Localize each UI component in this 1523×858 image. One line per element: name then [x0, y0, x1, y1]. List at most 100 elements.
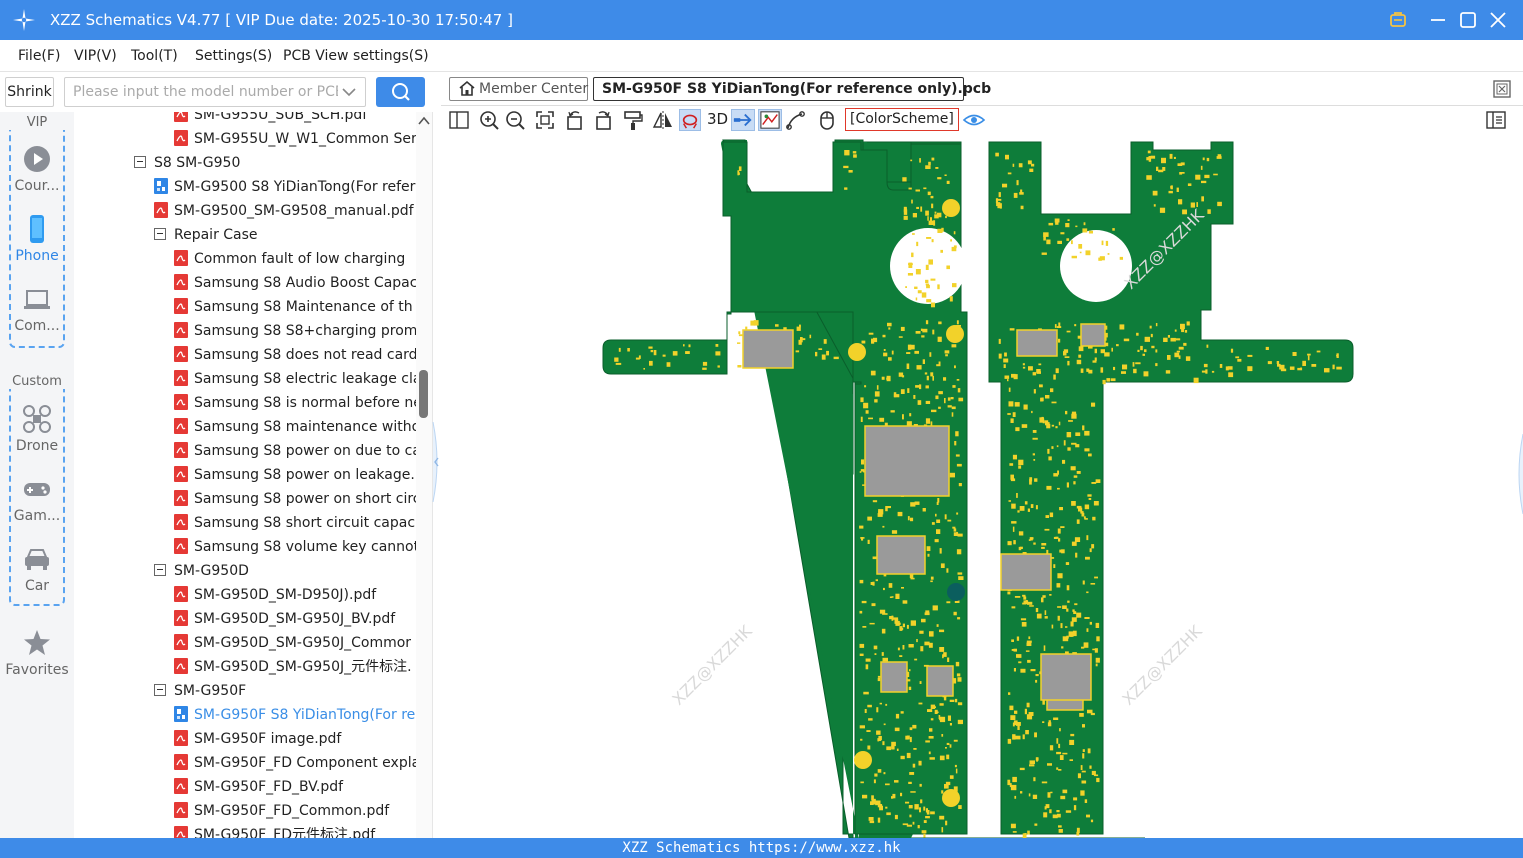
collapse-toggle-icon[interactable] [154, 564, 166, 576]
search-button[interactable] [376, 77, 425, 107]
pcb-pad [935, 513, 937, 517]
tree-file[interactable]: Samsung S8 does not read card [174, 343, 416, 367]
pcb-pad [1034, 823, 1038, 826]
net-highlight-icon[interactable] [679, 109, 701, 131]
tree-file[interactable]: Samsung S8 power on short circ [174, 487, 416, 511]
close-all-tabs-icon[interactable] [1493, 80, 1511, 98]
tree-file[interactable]: SM-G950F_FD元件标注.pdf [174, 823, 375, 838]
pcb-pad [877, 675, 881, 678]
tab-member-center[interactable]: Member Center [449, 77, 588, 101]
collapse-toggle-icon[interactable] [154, 228, 166, 240]
menu-vip[interactable]: VIP(V) [74, 48, 117, 64]
category-favorites[interactable]: Favorites [0, 628, 74, 678]
tree-file[interactable]: Samsung S8 Maintenance of th [174, 295, 413, 319]
tree-file[interactable]: SM-G950F image.pdf [174, 727, 341, 751]
pcb-pad [1176, 187, 1179, 192]
pcb-pad [818, 348, 823, 350]
tree-file[interactable]: Samsung S8 S8+charging prom [174, 319, 416, 343]
tree-file[interactable]: Samsung S8 power on leakage. [174, 463, 415, 487]
fit-view-icon[interactable] [534, 109, 556, 131]
tree-file[interactable]: SM-G9500_SM-G9508_manual.pdf [154, 199, 414, 223]
tree-label: SM-G950F_FD_Common.pdf [194, 803, 390, 819]
category-games[interactable]: Gam... [0, 474, 74, 524]
toggle-sidebar-icon[interactable] [448, 109, 470, 131]
tree-file[interactable]: Samsung S8 power on due to ca [174, 439, 416, 463]
pcb-pad [918, 760, 922, 766]
mirror-icon[interactable] [652, 109, 674, 131]
pcb-pad [1144, 349, 1147, 353]
category-label: Drone [15, 438, 59, 454]
search-input[interactable] [73, 78, 338, 106]
chevron-down-icon[interactable] [341, 82, 357, 102]
zoom-out-icon[interactable] [504, 109, 526, 131]
pcb-pad [874, 653, 877, 655]
tree-file[interactable]: SM-G950F_FD_BV.pdf [174, 775, 343, 799]
close-icon[interactable] [1488, 10, 1508, 30]
collapse-toggle-icon[interactable] [154, 684, 166, 696]
tree-file[interactable]: SM-G950F_FD Component expla [174, 751, 416, 775]
tree-file[interactable]: SM-G950D_SM-G950J_元件标注. [174, 655, 412, 679]
side-panel-icon[interactable] [1485, 109, 1507, 131]
menu-settings[interactable]: Settings(S) [195, 48, 272, 64]
mouse-mode-icon[interactable] [816, 109, 838, 131]
tree-file[interactable]: SM-G950D_SM-D950J).pdf [174, 583, 376, 607]
layer-view-icon[interactable] [758, 109, 782, 131]
minimize-icon[interactable] [1428, 10, 1448, 30]
tree-file[interactable]: Samsung S8 electric leakage cla [174, 367, 416, 391]
trace-icon[interactable] [785, 109, 807, 131]
vip-badge-icon[interactable] [1388, 10, 1408, 30]
pcb-board-view[interactable]: XZZ@XZZHK XZZ@XZZHK XZZ@XZZHK XZZ@XZZHK [441, 134, 1523, 838]
tree-file[interactable]: Samsung S8 Audio Boost Capac [174, 271, 416, 295]
tree-file[interactable]: SM-G950F_FD_Common.pdf [174, 799, 389, 823]
tree-file[interactable]: Samsung S8 is normal before ne [174, 391, 416, 415]
pcb-pad [1074, 324, 1077, 327]
rotate-right-icon[interactable] [592, 109, 614, 131]
view-3d-button[interactable]: 3D [707, 110, 728, 128]
tree-scrollbar[interactable] [416, 112, 432, 838]
zoom-in-icon[interactable] [478, 109, 500, 131]
category-phone[interactable]: Phone [0, 214, 74, 264]
pcb-pad [998, 338, 1001, 344]
pcb-pad [1034, 478, 1038, 482]
tree-file[interactable]: SM-G950D_SM-G950J_Commor [174, 631, 411, 655]
pcb-canvas[interactable]: XZZ@XZZHK XZZ@XZZHK XZZ@XZZHK XZZ@XZZHK [441, 134, 1523, 838]
menu-file[interactable]: File(F) [18, 48, 60, 64]
rotate-left-icon[interactable] [564, 109, 586, 131]
pcb-pad [1008, 500, 1011, 502]
scroll-up-icon[interactable] [418, 116, 430, 126]
tree-file[interactable]: SM-G955U_SUB_SCH.pdf [174, 112, 367, 127]
tree-folder[interactable]: S8 SM-G950 [134, 151, 240, 175]
tab-pcb-file[interactable]: SM-G950F S8 YiDianTong(For reference onl… [593, 77, 991, 101]
tree-folder[interactable]: SM-G950D [154, 559, 249, 583]
tree-file[interactable]: Samsung S8 maintenance witho [174, 415, 416, 439]
panel-splitter[interactable] [432, 112, 441, 838]
pcb-pad [1075, 225, 1078, 228]
menu-pcb-view-settings[interactable]: PCB View settings(S) [283, 48, 429, 64]
tree-file[interactable]: SM-G955U_W_W1_Common Ser [174, 127, 416, 151]
menu-tool[interactable]: Tool(T) [131, 48, 178, 64]
measure-icon[interactable] [731, 109, 755, 131]
eye-icon[interactable] [962, 109, 986, 131]
scroll-thumb[interactable] [419, 370, 428, 418]
tree-folder[interactable]: SM-G950F [154, 679, 246, 703]
pcb-pad [945, 781, 951, 786]
category-drone[interactable]: Drone [0, 404, 74, 454]
tree-file[interactable]: Samsung S8 short circuit capaci [174, 511, 416, 535]
tree-folder[interactable]: Repair Case [154, 223, 258, 247]
shrink-button[interactable]: Shrink [5, 77, 54, 107]
tree-file[interactable]: Samsung S8 volume key cannot [174, 535, 416, 559]
color-scheme-button[interactable]: [ColorScheme] [845, 108, 959, 131]
category-car[interactable]: Car [0, 544, 74, 594]
maximize-icon[interactable] [1458, 10, 1478, 30]
tree-file[interactable]: Common fault of low charging [174, 247, 405, 271]
pcb-pad [1024, 708, 1027, 715]
category-computer[interactable]: Com... [0, 284, 74, 334]
collapse-toggle-icon[interactable] [134, 156, 146, 168]
tree-file[interactable]: SM-G950D_SM-G950J_BV.pdf [174, 607, 395, 631]
pcb-pad [1014, 710, 1018, 714]
format-painter-icon[interactable] [622, 109, 644, 131]
tree-file[interactable]: SM-G950F S8 YiDianTong(For re [174, 703, 415, 727]
category-courses[interactable]: Cour... [0, 144, 74, 194]
collapse-right-handle-icon[interactable] [1515, 434, 1523, 514]
tree-file[interactable]: SM-G9500 S8 YiDianTong(For refer [154, 175, 415, 199]
